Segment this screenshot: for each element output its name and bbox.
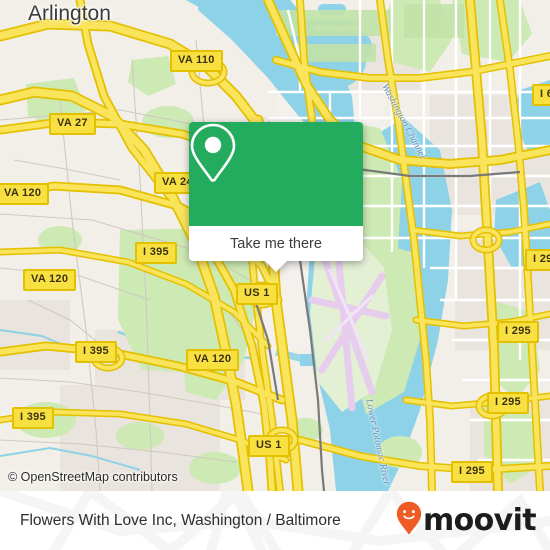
popup-pointer-tail: [265, 261, 287, 272]
road-shield-i-295-east: I 295: [525, 249, 550, 271]
popup-cta-panel[interactable]: Take me there: [189, 226, 363, 261]
footer-content: Flowers With Love Inc, Washington / Balt…: [0, 491, 550, 550]
road-shield-i-695: I 6: [532, 84, 550, 106]
location-popup-card[interactable]: Take me there: [189, 122, 363, 272]
map-label-arlington: Arlington: [28, 2, 111, 25]
map-canvas[interactable]: Arlington Washington Channel Lower Potom…: [0, 0, 550, 491]
moovit-smiley-pin-icon: [396, 501, 422, 540]
moovit-wordmark: moovit: [422, 502, 537, 538]
screenshot-root: Arlington Washington Channel Lower Potom…: [0, 0, 550, 550]
place-title: Flowers With Love Inc, Washington / Balt…: [20, 511, 341, 529]
road-shield-i-395-southwest: I 395: [12, 407, 54, 429]
road-shield-i-395-north: I 395: [135, 242, 177, 264]
take-me-there-label: Take me there: [230, 235, 322, 252]
road-shield-i-295-upper: I 295: [497, 321, 539, 343]
road-shield-i-295-lower: I 295: [451, 461, 493, 483]
road-shield-va-110: VA 110: [170, 50, 223, 72]
road-shield-us-1-north: US 1: [236, 283, 278, 305]
road-shield-va-120-south: VA 120: [186, 349, 240, 371]
road-shield-i-295-mid: I 295: [487, 392, 529, 414]
road-shield-va-120-north: VA 120: [0, 183, 50, 205]
road-shield-i-395-west: I 395: [75, 341, 117, 363]
moovit-logo[interactable]: moovit: [396, 501, 537, 540]
road-shield-va-120-mid: VA 120: [23, 269, 77, 291]
popup-icon-panel: [189, 122, 363, 226]
road-shield-us-1-south: US 1: [248, 435, 290, 457]
footer-bar: Flowers With Love Inc, Washington / Balt…: [0, 491, 550, 550]
road-shield-va-27: VA 27: [49, 113, 96, 135]
osm-attribution[interactable]: © OpenStreetMap contributors: [8, 470, 178, 484]
